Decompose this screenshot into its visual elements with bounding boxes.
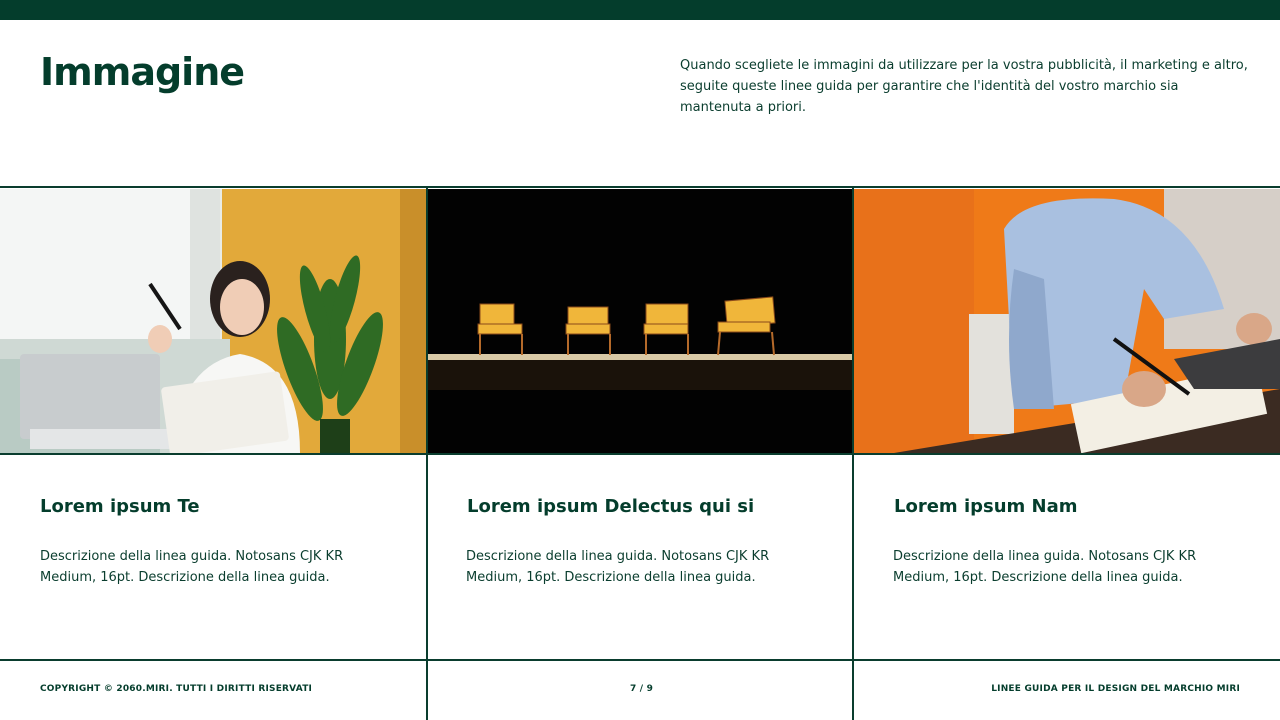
- photo-man-writing: [854, 189, 1280, 453]
- footer-guide-title: LINEE GUIDA PER IL DESIGN DEL MARCHIO MI…: [991, 684, 1240, 694]
- page-title: Immagine: [40, 50, 245, 94]
- top-brand-bar: [0, 0, 1280, 20]
- grid-line-mid: [0, 453, 1280, 455]
- photo-chairs-stage: [428, 189, 852, 453]
- card-1-title: Lorem ipsum Te: [40, 496, 200, 517]
- footer-copyright: COPYRIGHT © 2060.MIRI. TUTTI I DIRITTI R…: [40, 684, 313, 694]
- card-3-title: Lorem ipsum Nam: [894, 496, 1078, 517]
- photo-woman-reading: [0, 189, 426, 453]
- card-2-title: Lorem ipsum Delectus qui si: [467, 496, 755, 517]
- card-3-description: Descrizione della linea guida. Notosans …: [893, 549, 1197, 585]
- intro-text: Quando scegliete le immagini da utilizza…: [680, 58, 1248, 115]
- card-1-description: Descrizione della linea guida. Notosans …: [40, 549, 344, 585]
- grid-line-top: [0, 186, 1280, 188]
- grid-line-footer: [0, 659, 1280, 661]
- card-2-description: Descrizione della linea guida. Notosans …: [466, 549, 770, 585]
- footer-page-number: 7 / 9: [630, 684, 654, 694]
